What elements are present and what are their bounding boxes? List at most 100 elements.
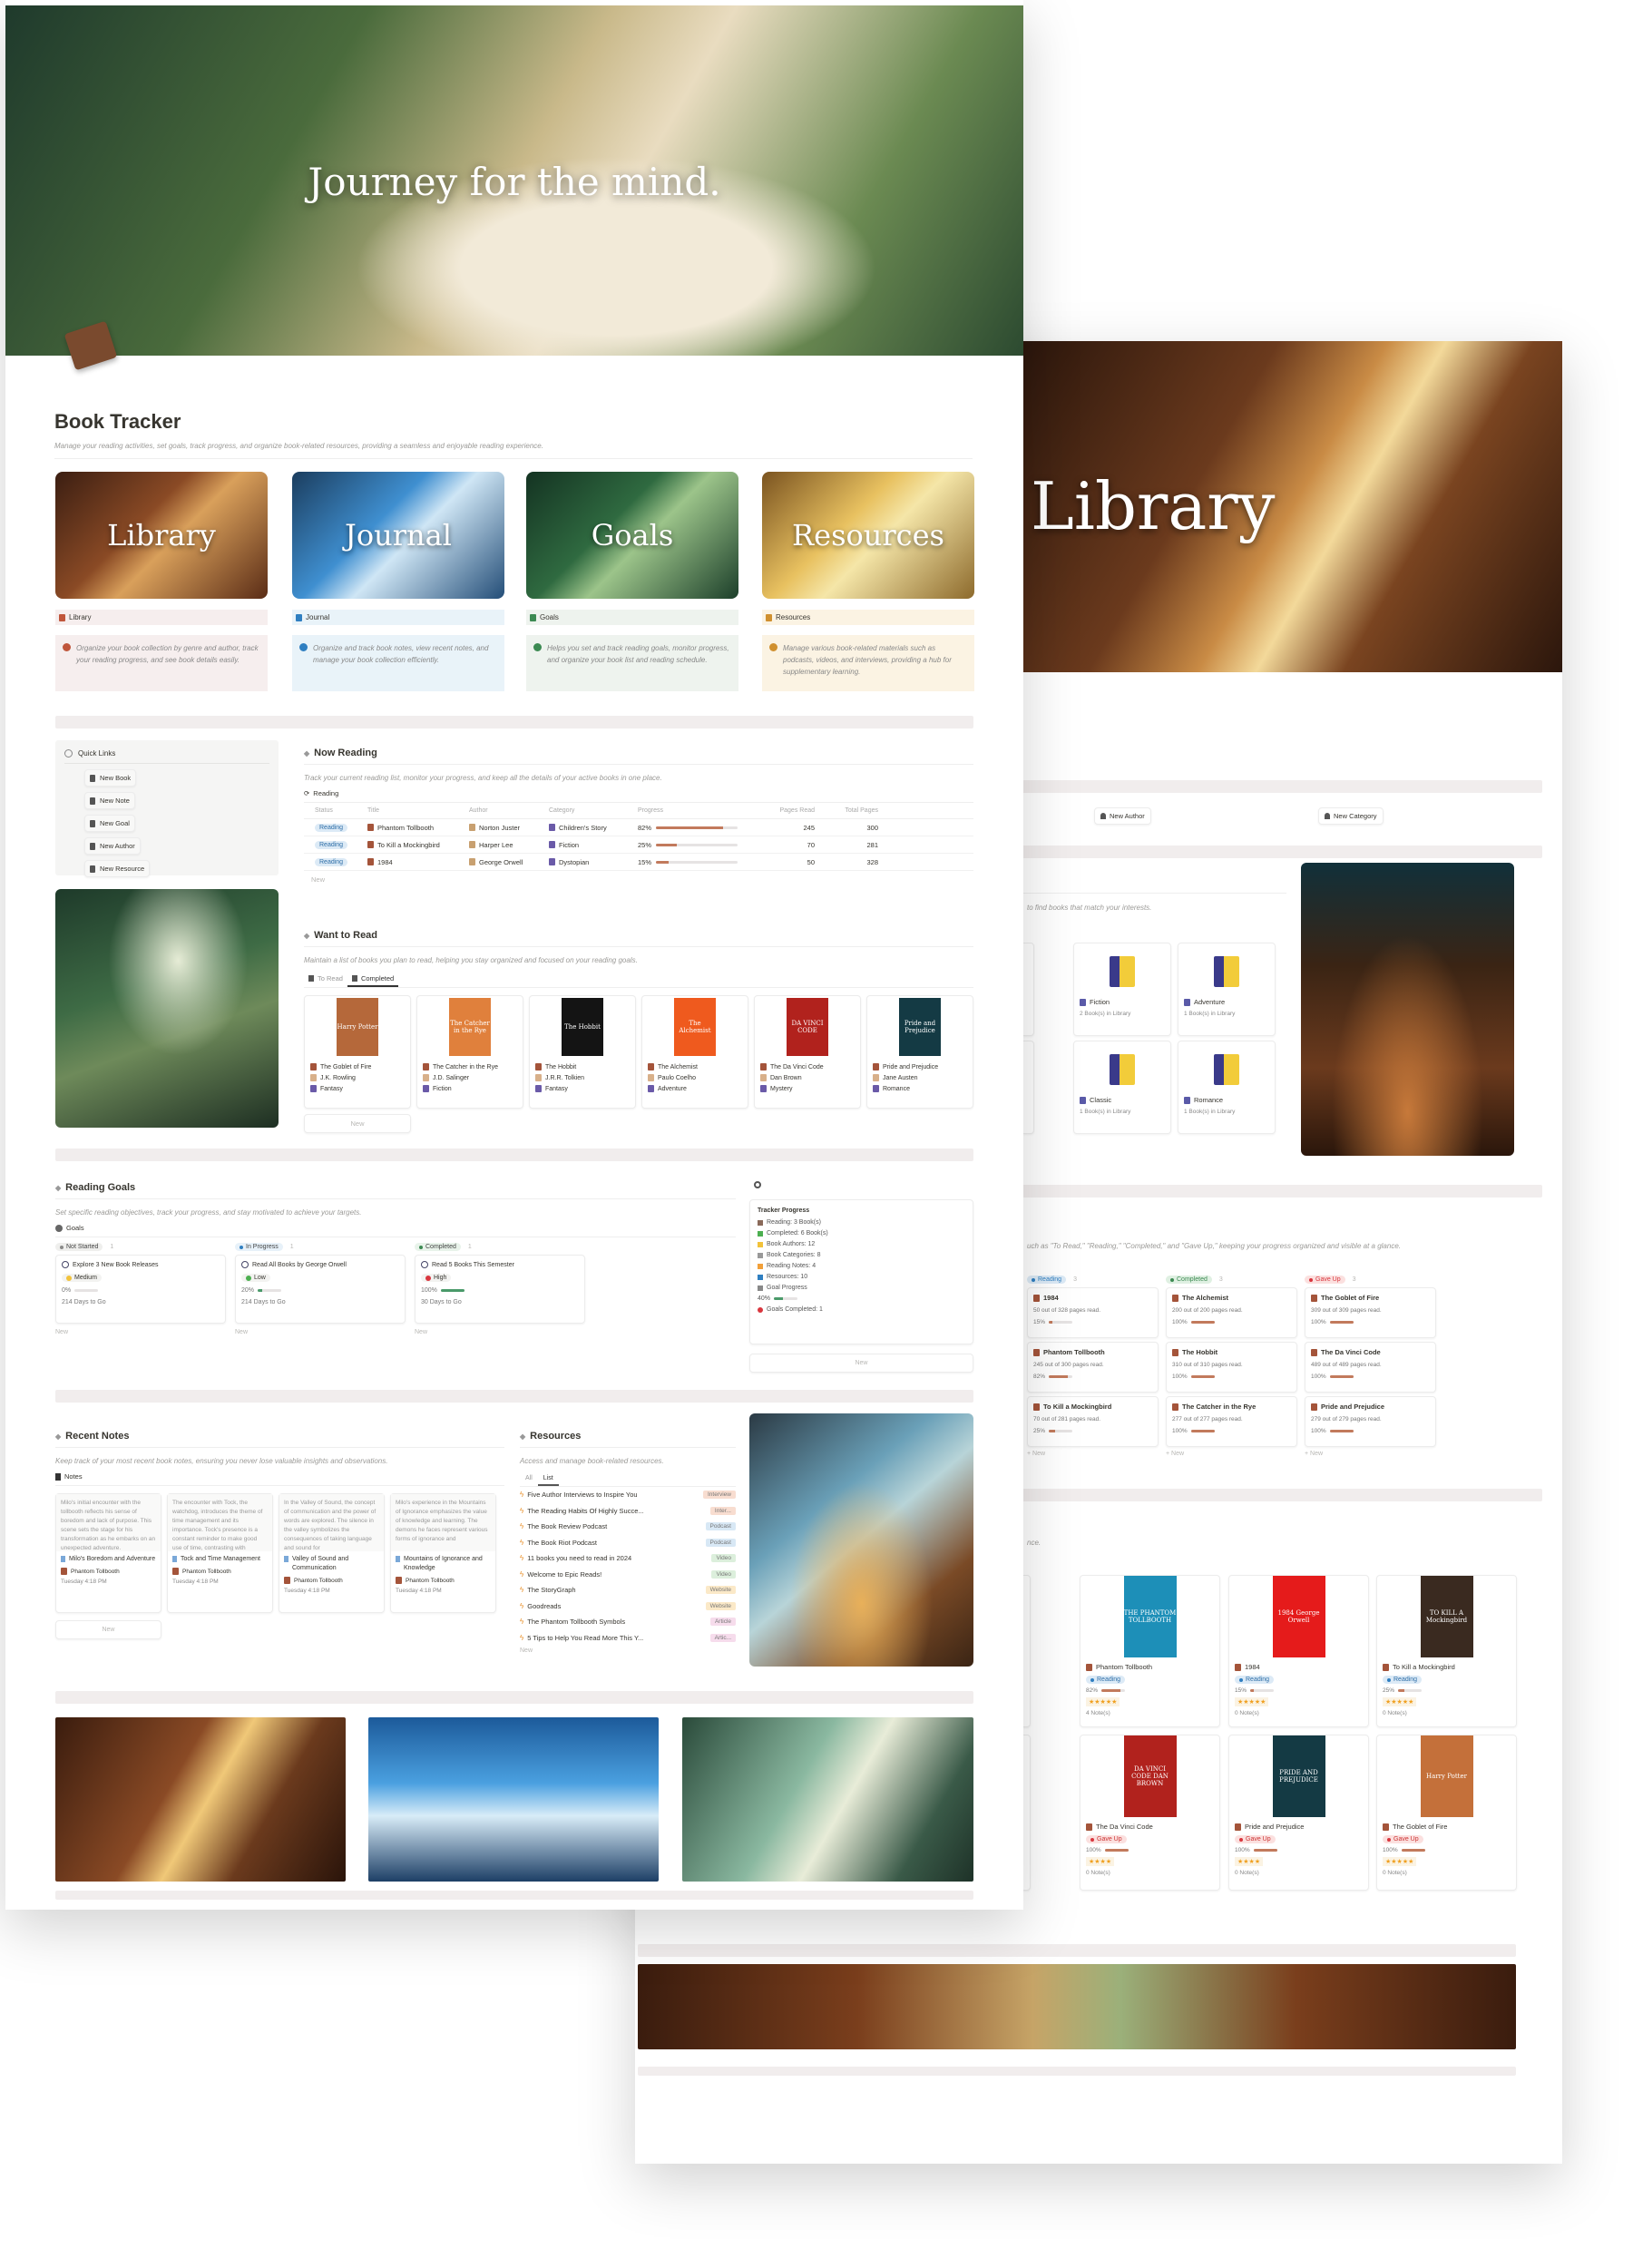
section-title: Resources [530,1431,582,1442]
progress-bar [774,1297,798,1300]
kanban-card[interactable]: The Da Vinci Code 489 out of 489 pages re… [1305,1342,1436,1393]
resource-item[interactable]: ϟ The Reading Habits Of Highly Succe... In… [520,1503,736,1520]
gallery-book-card[interactable]: TO KILL A Mockingbird To Kill a Mockingbi… [1376,1575,1517,1727]
notes-count: 0 Note(s) [1383,1710,1407,1716]
book-card[interactable]: The Hobbit The Hobbit J.R.R. Tolkien Fantas… [529,995,636,1109]
quick-link-new-note[interactable]: New Note [84,792,135,809]
quick-link-icon [90,774,95,782]
diamond-icon: ◆ [520,1432,526,1441]
nav-cover-library[interactable]: Library [55,472,268,599]
note-card[interactable]: In the Valley of Sound, the concept of c… [279,1493,385,1613]
kanban-card[interactable]: The Catcher in the Rye 277 out of 277 pag… [1166,1396,1297,1447]
priority-dot [66,1275,72,1281]
quick-link-new-resource[interactable]: New Resource [84,860,151,877]
resource-title: The StoryGraph [527,1586,576,1595]
book-cover: Harry Potter [337,998,378,1056]
kanban-card[interactable]: Pride and Prejudice 279 out of 279 pages … [1305,1396,1436,1447]
book-card[interactable]: The Alchemist The Alchemist Paulo Coelho Ad… [641,995,748,1109]
book-card[interactable]: Harry Potter The Goblet of Fire J.K. Rowli… [304,995,411,1109]
new-card-button[interactable]: + New [1027,1451,1159,1457]
tab-all[interactable]: All [520,1472,538,1486]
category-card[interactable]: Romance 1 Book(s) in Library [1178,1041,1276,1134]
cover-text: DA VINCI CODE DAN BROWN [1131,1765,1169,1787]
resource-item[interactable]: ϟ Goodreads Website [520,1598,736,1615]
new-card-button[interactable]: + New [1305,1451,1436,1457]
nav-link-resources[interactable]: Resources [762,610,974,625]
resource-item[interactable]: ϟ The Phantom Tollbooth Symbols Article [520,1614,736,1630]
nav-link-journal[interactable]: Journal [292,610,504,625]
resource-item[interactable]: ϟ Welcome to Epic Reads! Video [520,1567,736,1583]
table-row[interactable]: Reading Phantom Tollbooth Norton Juster Chi… [304,819,973,836]
gallery-book-card[interactable]: 1984 George Orwell 1984 Reading 15% ★★★★★ 0 N… [1228,1575,1369,1727]
note-card[interactable]: Milo's initial encounter with the tollbo… [55,1493,161,1613]
book-card[interactable]: DA VINCI CODE The Da Vinci Code Dan Brown M… [754,995,861,1109]
new-resource-button[interactable]: New [520,1647,736,1654]
kanban-card[interactable]: Phantom Tollbooth 245 out of 300 pages re… [1027,1342,1159,1393]
note-card[interactable]: The encounter with Tock, the watchdog, i… [167,1493,273,1613]
nav-link-goals[interactable]: Goals [526,610,738,625]
nav-link-library[interactable]: Library [55,610,268,625]
category-card[interactable]: Fiction 2 Book(s) in Library [1073,943,1171,1036]
new-goal-button[interactable]: New [235,1329,406,1335]
gallery-book-card[interactable]: THE PHANTOM TOLLBOOTH Phantom Tollbooth Re… [1080,1575,1220,1727]
category-card[interactable]: Classic 1 Book(s) in Library [1073,1041,1171,1134]
new-row-button[interactable]: New [304,871,973,888]
book-card[interactable]: The Catcher in the Rye The Catcher in the… [416,995,523,1109]
gallery-book-card[interactable]: Harry Potter The Goblet of Fire Gave Up 100… [1376,1735,1517,1891]
group-count: 1 [467,1244,472,1250]
tab-list[interactable]: List [537,1472,559,1486]
nav-desc: Helps you set and track reading goals, m… [547,644,729,664]
view-tab-goals[interactable]: Goals [55,1224,736,1237]
table-row[interactable]: Reading To Kill a Mockingbird Harper Lee Fi… [304,836,973,854]
book-icon [1033,1403,1040,1411]
dot [1239,1837,1243,1842]
gallery-book-card[interactable]: DA VINCI CODE DAN BROWN The Da Vinci Code… [1080,1735,1220,1891]
book-card[interactable]: Pride and Prejudice Pride and Prejudice Ja… [866,995,973,1109]
button-new-category[interactable]: New Category [1318,807,1384,825]
resource-item[interactable]: ϟ The StoryGraph Website [520,1582,736,1598]
quick-link-new-book[interactable]: New Book [84,769,137,787]
category-name: Children's Story [559,823,607,832]
quick-link-new-author[interactable]: New Author [84,837,141,855]
table-row[interactable]: Reading 1984 George Orwell Dystopian 15% 50 32… [304,854,973,871]
note-card[interactable]: Milo's experience in the Mountains of Ig… [390,1493,496,1613]
tab-completed[interactable]: Completed [347,972,399,987]
kanban-card[interactable]: The Alchemist 200 out of 200 pages read. 1… [1166,1287,1297,1338]
new-goal-button[interactable]: New [55,1329,226,1335]
button-new-author[interactable]: New Author [1094,807,1151,825]
new-button[interactable]: New [749,1354,973,1373]
view-tab-notes[interactable]: Notes [55,1472,504,1486]
goal-card[interactable]: Explore 3 New Book Releases Medium 0% 214 D… [55,1255,226,1324]
kanban-card[interactable]: The Hobbit 310 out of 310 pages read. 100% [1166,1342,1297,1393]
tracker-item: Book Authors: 12 [758,1241,965,1247]
category-card[interactable]: Adventure 1 Book(s) in Library [1178,943,1276,1036]
nav-cover-journal[interactable]: Journal [292,472,504,599]
kanban-card[interactable]: To Kill a Mockingbird 70 out of 281 pages… [1027,1396,1159,1447]
new-label: New [520,1647,533,1654]
quick-link-new-goal[interactable]: New Goal [84,815,135,832]
view-tab-reading[interactable]: ⟳ Reading [304,789,973,803]
new-card-button[interactable]: New [304,1114,411,1133]
goal-card[interactable]: Read 5 Books This Semester High 100% 30 Day… [415,1255,585,1324]
gallery-book-card[interactable]: PRIDE AND PREJUDICE Pride and Prejudice Ga… [1228,1735,1369,1891]
new-goal-button[interactable]: New [415,1329,585,1335]
new-note-button[interactable]: New [55,1620,161,1639]
book-gallery: Harry Potter The Goblet of Fire J.K. Rowli… [304,995,973,1109]
progress-bar [258,1289,282,1292]
book-icon [648,1074,654,1081]
resource-item[interactable]: ϟ The Book Review Podcast Podcast [520,1519,736,1535]
nav-cover-goals[interactable]: Goals [526,472,738,599]
kanban-card[interactable]: 1984 50 out of 328 pages read. 15% [1027,1287,1159,1338]
book-icon [1311,1294,1317,1302]
book-progress: 100% [1311,1374,1430,1380]
tab-to-read[interactable]: To Read [304,972,347,987]
new-card-button[interactable]: + New [1166,1451,1297,1457]
goal-card[interactable]: Read All Books by George Orwell Low 20% 214… [235,1255,406,1324]
resource-item[interactable]: ϟ5 Tips to Help You Read More This Y... A… [520,1630,736,1647]
kanban-card[interactable]: The Goblet of Fire 309 out of 309 pages r… [1305,1287,1436,1338]
nav-cover-resources[interactable]: Resources [762,472,974,599]
lightning-icon: ϟ [520,1569,524,1579]
resource-item[interactable]: ϟ Five Author Interviews to Inspire You In… [520,1487,736,1503]
resource-item[interactable]: ϟ 11 books you need to read in 2024 Video [520,1550,736,1567]
resource-item[interactable]: ϟ The Book Riot Podcast Podcast [520,1535,736,1551]
